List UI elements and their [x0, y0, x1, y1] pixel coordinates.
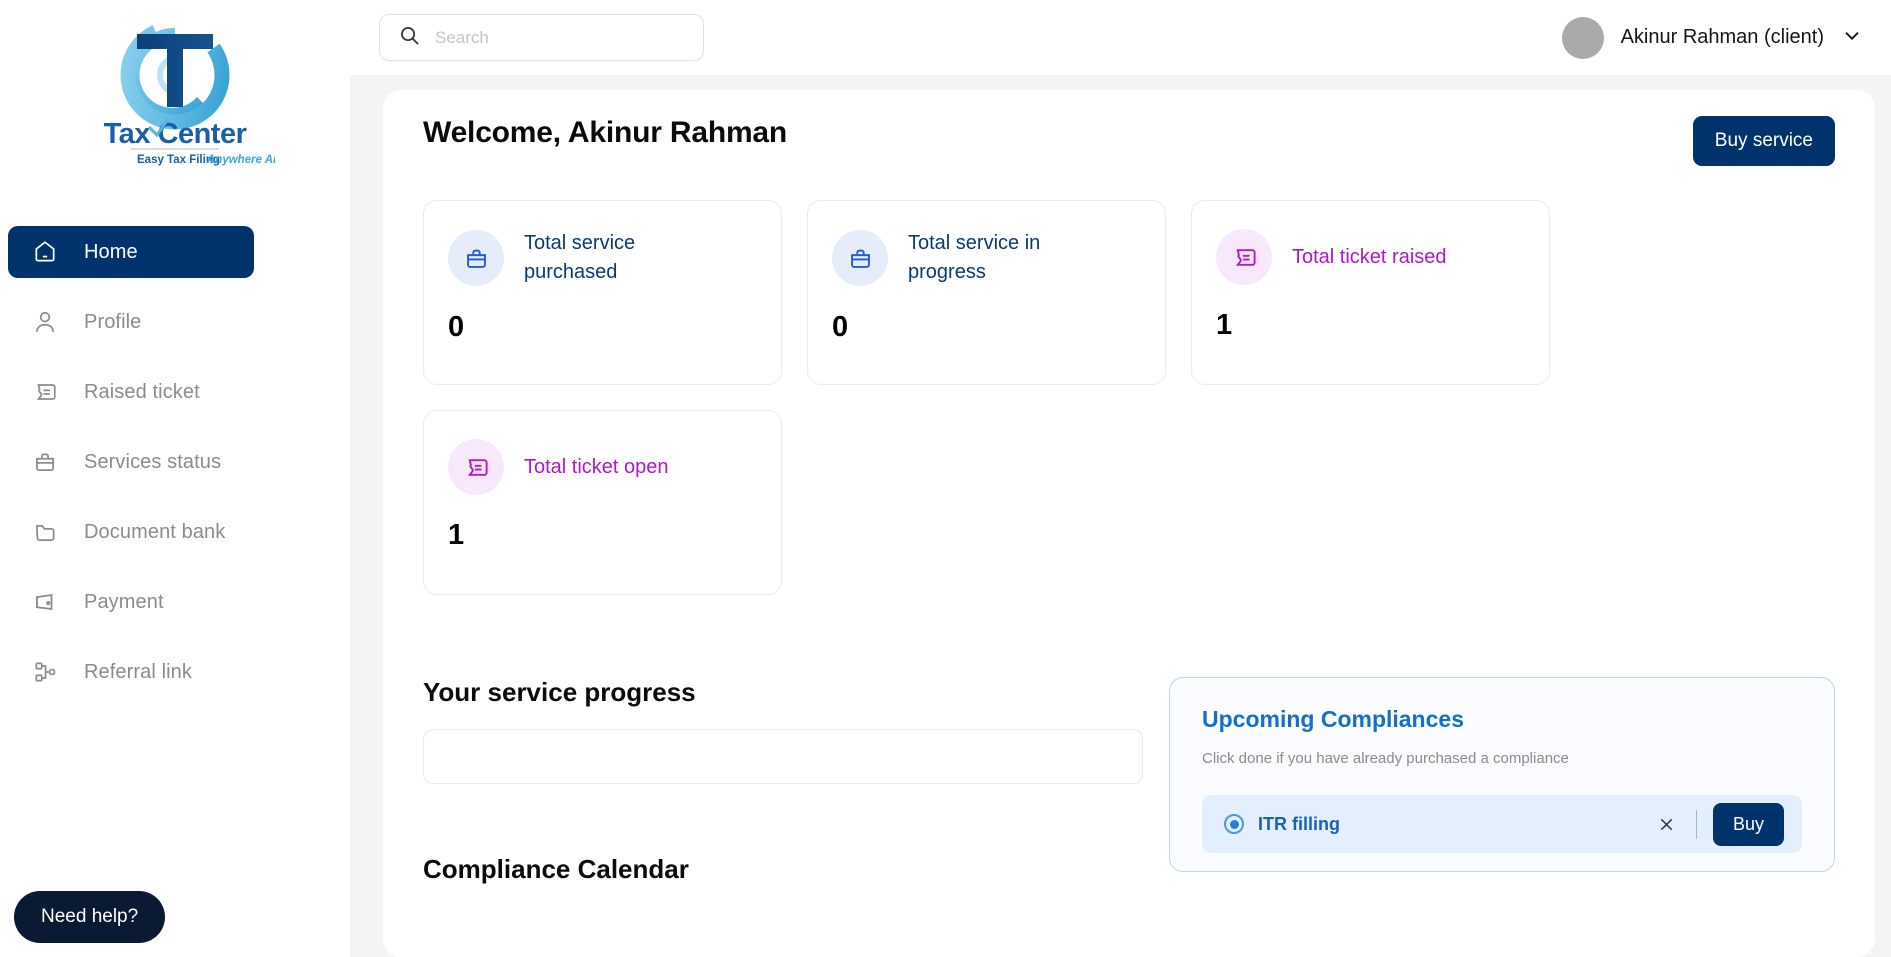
briefcase-icon: [32, 449, 58, 475]
dashboard-panel: Welcome, Akinur Rahman Buy service Total…: [383, 90, 1875, 957]
sidebar-item-home[interactable]: Home: [8, 226, 254, 278]
stat-value: 1: [448, 519, 465, 551]
upcoming-compliances-title: Upcoming Compliances: [1202, 706, 1464, 732]
chevron-down-icon[interactable]: [1841, 24, 1863, 51]
stat-card-total-service-in-progress: Total service in progress 0: [807, 200, 1166, 385]
sidebar-item-referral-link[interactable]: Referral link: [8, 646, 254, 698]
stat-card-total-service-purchased: Total service purchased 0: [423, 200, 782, 385]
user-menu[interactable]: Akinur Rahman (client): [1561, 16, 1863, 59]
close-icon[interactable]: [1654, 811, 1680, 837]
sidebar-item-label: Raised ticket: [84, 380, 200, 403]
wallet-icon: [32, 589, 58, 615]
stat-label: Total ticket open: [524, 455, 669, 478]
svg-text:Anywhere Anytime: Anywhere Anytime: [206, 154, 275, 166]
search-box[interactable]: [379, 14, 704, 61]
sidebar-item-label: Home: [84, 240, 138, 263]
briefcase-icon: [448, 230, 504, 286]
user-icon: [32, 309, 58, 335]
lower-section: Your service progress Compliance Calenda…: [423, 677, 1835, 885]
compliance-name: ITR filling: [1258, 813, 1340, 834]
compliance-actions: Buy: [1654, 802, 1784, 846]
sidebar: Tax Center Easy Tax Filing Anywhere Anyt…: [0, 0, 350, 957]
sidebar-item-raised-ticket[interactable]: Raised ticket: [8, 366, 254, 418]
right-column: Akinur Rahman (client) Welcome, Akinur R…: [350, 0, 1891, 957]
service-progress-list: [423, 729, 1143, 784]
service-progress-section: Your service progress Compliance Calenda…: [423, 677, 1143, 885]
need-help-button[interactable]: Need help?: [14, 891, 166, 943]
stat-value: 1: [1216, 309, 1233, 341]
ticket-icon: [1216, 229, 1272, 285]
briefcase-icon: [832, 230, 888, 286]
page-title: Welcome, Akinur Rahman: [423, 116, 788, 149]
stat-card-total-ticket-open: Total ticket open 1: [423, 410, 782, 595]
stat-label: Total ticket raised: [1292, 245, 1447, 268]
stat-value: 0: [448, 311, 465, 343]
folder-icon: [32, 519, 58, 545]
sidebar-item-label: Services status: [84, 450, 222, 473]
sidebar-item-payment[interactable]: Payment: [8, 576, 254, 628]
sidebar-nav: Home Profile Raised ticket Services stat…: [0, 226, 350, 698]
sidebar-item-profile[interactable]: Profile: [8, 296, 254, 348]
sidebar-item-label: Payment: [84, 590, 164, 613]
search-icon: [398, 24, 421, 52]
sidebar-item-document-bank[interactable]: Document bank: [8, 506, 254, 558]
ticket-icon: [448, 439, 504, 495]
compliance-radio[interactable]: [1224, 814, 1244, 834]
service-progress-title: Your service progress: [423, 677, 696, 707]
compliance-calendar-title: Compliance Calendar: [423, 854, 689, 884]
compliance-buy-button[interactable]: Buy: [1712, 802, 1784, 846]
home-icon: [32, 239, 58, 265]
stat-label: Total service in progress: [908, 232, 1041, 283]
sidebar-item-label: Document bank: [84, 520, 226, 543]
sidebar-item-label: Profile: [84, 310, 142, 333]
stat-card-total-ticket-raised: Total ticket raised 1: [1191, 200, 1550, 385]
upcoming-compliances-subtitle: Click done if you have already purchased…: [1202, 750, 1569, 767]
svg-text:Tax Center: Tax Center: [104, 118, 247, 150]
divider: [1695, 809, 1697, 839]
panel-header: Welcome, Akinur Rahman Buy service: [423, 116, 1835, 166]
page-background: Welcome, Akinur Rahman Buy service Total…: [350, 75, 1891, 957]
need-help-label: Need help?: [41, 906, 139, 927]
stat-card-grid: Total service purchased 0 Total service …: [423, 200, 1835, 595]
sidebar-item-label: Referral link: [84, 660, 192, 683]
sidebar-item-services-status[interactable]: Services status: [8, 436, 254, 488]
search-input[interactable]: [435, 27, 685, 48]
user-name: Akinur Rahman (client): [1620, 26, 1824, 48]
avatar: [1561, 16, 1604, 59]
upcoming-compliances-card: Upcoming Compliances Click done if you h…: [1169, 677, 1835, 872]
stat-value: 0: [832, 311, 849, 343]
brand-logo[interactable]: Tax Center Easy Tax Filing Anywhere Anyt…: [0, 0, 350, 172]
ticket-icon: [32, 379, 58, 405]
buy-service-button[interactable]: Buy service: [1692, 116, 1835, 166]
share-nodes-icon: [32, 659, 58, 685]
tax-center-logo-icon: Tax Center Easy Tax Filing Anywhere Anyt…: [75, 9, 275, 169]
compliance-row[interactable]: ITR filling Buy: [1202, 795, 1802, 853]
stat-label: Total service purchased: [524, 232, 636, 283]
topbar: Akinur Rahman (client): [350, 0, 1891, 75]
app-root: Tax Center Easy Tax Filing Anywhere Anyt…: [0, 0, 1891, 957]
